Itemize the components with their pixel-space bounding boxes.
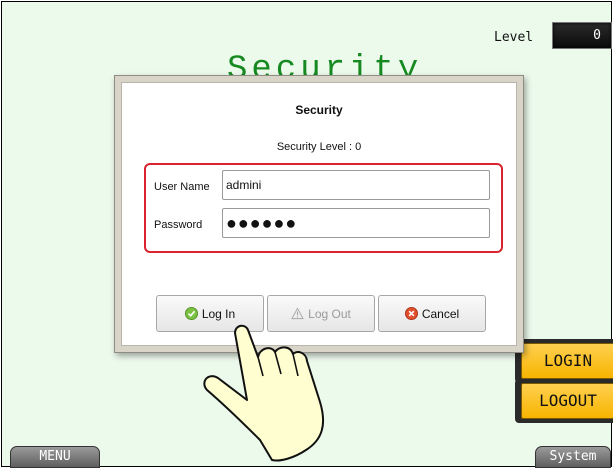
password-label: Password [154, 219, 203, 231]
level-label: Level [494, 30, 534, 45]
cancel-button-label: Cancel [421, 306, 460, 321]
password-field[interactable] [222, 208, 490, 238]
security-level-text: Security Level : 0 [276, 141, 362, 153]
logout-side-button-label: LOGOUT [521, 383, 613, 419]
username-field[interactable] [222, 170, 490, 200]
username-label: User Name [154, 181, 210, 193]
pointing-hand-icon [203, 324, 325, 462]
login-side-button-label: LOGIN [521, 343, 613, 379]
login-side-button[interactable]: LOGIN [515, 339, 613, 383]
system-button[interactable]: System [535, 446, 611, 468]
dialog-title: Security [295, 103, 343, 117]
menu-button[interactable]: MENU [10, 446, 100, 468]
green-check-circle-icon [184, 307, 198, 320]
logout-side-button[interactable]: LOGOUT [515, 379, 613, 423]
level-display: 0 [552, 22, 612, 49]
red-x-circle-icon [404, 307, 418, 320]
cancel-button[interactable]: Cancel [378, 295, 486, 332]
hmi-screen: Level 0 Security LOGIN LOGOUT MENU Syste… [1, 1, 613, 468]
credentials-group: User Name Password [144, 163, 503, 253]
